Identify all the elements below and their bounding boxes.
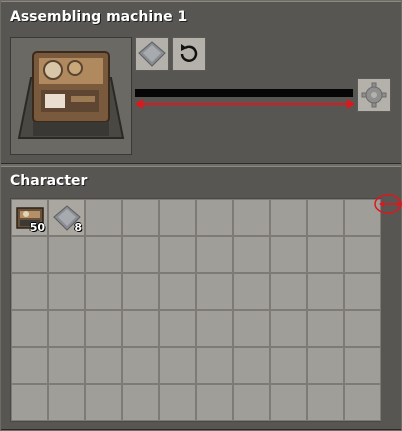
inventory-slot[interactable] (196, 384, 233, 421)
inventory-slot[interactable] (196, 273, 233, 310)
inventory-slot[interactable]: 8 (48, 199, 85, 236)
panel-title: Assembling machine 1 (10, 9, 188, 25)
inventory-slot[interactable] (196, 310, 233, 347)
inventory-slot[interactable] (85, 347, 122, 384)
inventory-slot[interactable] (307, 347, 344, 384)
inventory-slot[interactable] (307, 273, 344, 310)
output-slot[interactable] (357, 78, 391, 112)
inventory-slot[interactable] (307, 199, 344, 236)
inventory-slot[interactable] (233, 347, 270, 384)
inventory-slot[interactable] (344, 384, 381, 421)
inventory-slot[interactable] (270, 273, 307, 310)
inventory-slot[interactable] (122, 310, 159, 347)
inventory-slot[interactable] (85, 199, 122, 236)
inventory-slot[interactable] (344, 347, 381, 384)
inventory-slot[interactable]: 50 (11, 199, 48, 236)
inventory-slot[interactable] (85, 273, 122, 310)
inventory-slot[interactable] (270, 347, 307, 384)
assembling-machine-icon (17, 51, 125, 139)
inventory-slot[interactable] (307, 310, 344, 347)
inventory-slot[interactable] (159, 384, 196, 421)
inventory-slot[interactable] (85, 236, 122, 273)
inventory-slot[interactable] (122, 273, 159, 310)
inventory-slot[interactable] (11, 236, 48, 273)
item-count: 50 (29, 221, 45, 234)
inventory-slot[interactable] (159, 199, 196, 236)
machine-preview (10, 37, 132, 155)
inventory-slot[interactable] (270, 236, 307, 273)
character-panel: Character 50 8 (1, 166, 402, 430)
inventory-slot[interactable] (233, 273, 270, 310)
inventory-slot[interactable] (233, 236, 270, 273)
inventory-slot[interactable] (122, 347, 159, 384)
panel-title: Character (10, 173, 88, 189)
annotation-resize-marker (374, 194, 402, 214)
inventory-slot[interactable] (307, 236, 344, 273)
inventory-slot[interactable] (11, 310, 48, 347)
inventory-slot[interactable] (270, 384, 307, 421)
inventory-slot[interactable] (270, 310, 307, 347)
inventory-slot[interactable] (48, 273, 85, 310)
inventory-slot[interactable] (344, 273, 381, 310)
inventory-slot[interactable] (122, 199, 159, 236)
gear-icon (361, 82, 387, 108)
inventory-grid: 50 8 (10, 198, 381, 422)
assembling-machine-panel: Assembling machine 1 (1, 1, 401, 164)
inventory-slot[interactable] (159, 310, 196, 347)
inventory-slot[interactable] (159, 236, 196, 273)
inventory-slot[interactable] (233, 199, 270, 236)
inventory-slot[interactable] (122, 236, 159, 273)
inventory-slot[interactable] (11, 347, 48, 384)
inventory-slot[interactable] (270, 199, 307, 236)
inventory-slot[interactable] (48, 384, 85, 421)
inventory-slot[interactable] (11, 384, 48, 421)
inventory-slot[interactable] (159, 347, 196, 384)
inventory-slot[interactable] (159, 273, 196, 310)
inventory-slot[interactable] (233, 384, 270, 421)
iron-plate-icon (138, 41, 166, 67)
refresh-icon (180, 44, 198, 62)
inventory-slot[interactable] (196, 199, 233, 236)
annotation-double-arrow (135, 99, 355, 109)
inventory-slot[interactable] (344, 310, 381, 347)
inventory-slot[interactable] (122, 384, 159, 421)
inventory-slot[interactable] (11, 273, 48, 310)
inventory-slot[interactable] (196, 236, 233, 273)
inventory-slot[interactable] (196, 347, 233, 384)
inventory-slot[interactable] (48, 347, 85, 384)
item-count: 8 (74, 221, 82, 234)
recipe-slot[interactable] (135, 37, 169, 71)
inventory-slot[interactable] (48, 236, 85, 273)
change-recipe-button[interactable] (172, 37, 206, 71)
inventory-slot[interactable] (307, 384, 344, 421)
inventory-slot[interactable] (233, 310, 270, 347)
crafting-progress-bar (135, 89, 353, 97)
inventory-slot[interactable] (344, 236, 381, 273)
inventory-slot[interactable] (85, 384, 122, 421)
inventory-slot[interactable] (48, 310, 85, 347)
inventory-slot[interactable] (85, 310, 122, 347)
